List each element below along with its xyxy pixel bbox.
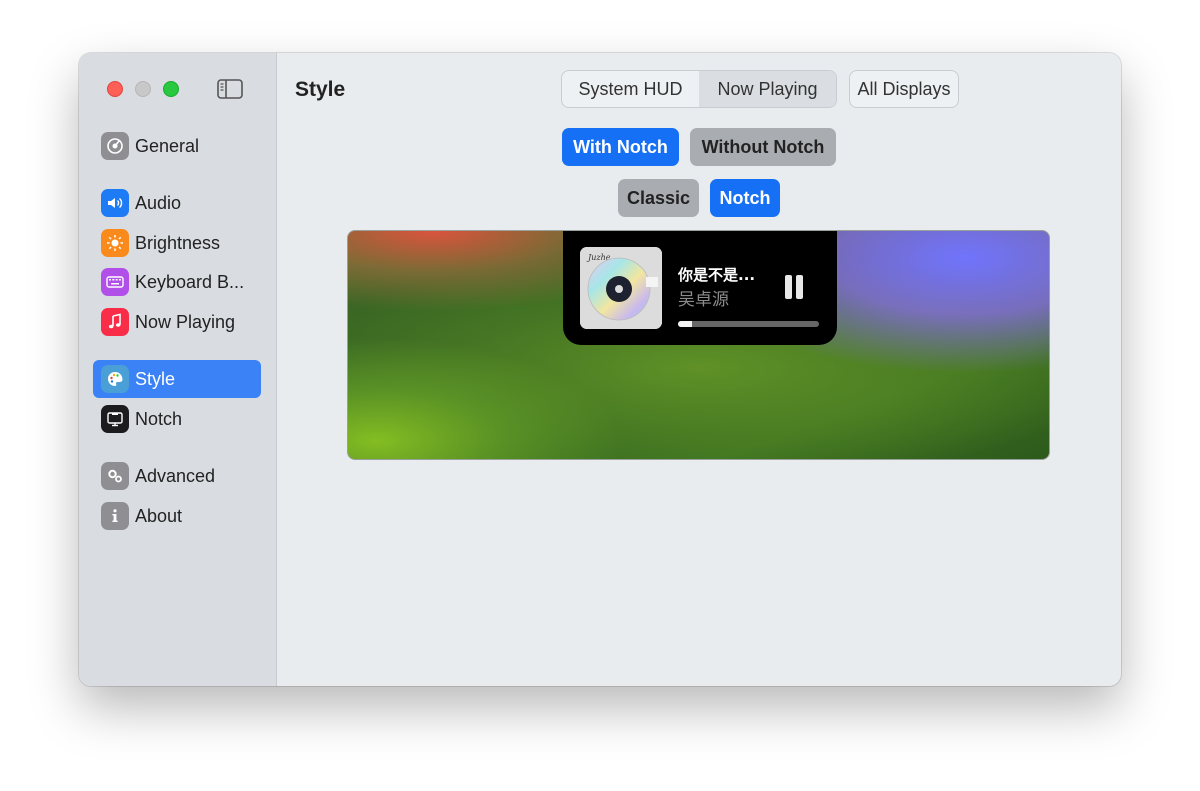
sidebar-item-label: Advanced <box>135 465 216 486</box>
gear-icon <box>101 132 129 160</box>
sidebar-item-label: About <box>135 505 183 526</box>
sidebar-item-label: Style <box>135 368 176 389</box>
now-playing-notch: Juzhe 你是不是... 吴卓源 <box>563 231 837 345</box>
playback-progress-fill <box>678 321 693 327</box>
song-artist: 吴卓源 <box>678 290 729 310</box>
speaker-icon <box>101 189 129 217</box>
sidebar-item-label: Brightness <box>135 232 221 253</box>
playback-progress-bar[interactable] <box>678 321 819 327</box>
sidebar-item-label: Audio <box>135 192 182 213</box>
sidebar-toggle-icon[interactable] <box>217 79 243 99</box>
classic-style-button[interactable]: Classic <box>618 179 699 217</box>
sidebar-item-notch[interactable]: Notch <box>93 400 261 438</box>
sidebar-item-general[interactable]: General <box>93 127 261 165</box>
mode-segmented-control: System HUD Now Playing <box>561 70 837 108</box>
segment-system-hud[interactable]: System HUD <box>562 71 699 107</box>
pause-icon[interactable] <box>785 275 807 299</box>
gears-icon <box>101 462 129 490</box>
with-notch-button[interactable]: With Notch <box>562 128 679 166</box>
keyboard-icon <box>101 268 129 296</box>
sun-icon <box>101 229 129 257</box>
display-icon <box>101 405 129 433</box>
without-notch-button[interactable]: Without Notch <box>690 128 836 166</box>
zoom-window-button[interactable] <box>163 81 179 97</box>
sidebar-item-now-playing[interactable]: Now Playing <box>93 303 261 341</box>
album-art: Juzhe <box>580 247 662 329</box>
main-content: Style System HUD Now Playing All Display… <box>277 53 1121 686</box>
sidebar-item-about[interactable]: About <box>93 497 261 535</box>
segment-now-playing[interactable]: Now Playing <box>699 71 836 107</box>
sidebar-item-label: General <box>135 135 200 156</box>
sidebar-item-brightness[interactable]: Brightness <box>93 224 261 262</box>
music-note-icon <box>101 308 129 336</box>
sidebar-item-advanced[interactable]: Advanced <box>93 457 261 495</box>
minimize-window-button[interactable] <box>135 81 151 97</box>
sidebar-item-label: Keyboard B... <box>135 271 245 292</box>
all-displays-button[interactable]: All Displays <box>849 70 959 108</box>
sidebar: General Audio Brightness Keyboard B... N <box>79 53 277 686</box>
close-window-button[interactable] <box>107 81 123 97</box>
sidebar-item-audio[interactable]: Audio <box>93 184 261 222</box>
sidebar-item-keyboard-brightness[interactable]: Keyboard B... <box>93 263 261 301</box>
wallpaper-preview: Juzhe 你是不是... 吴卓源 <box>347 230 1050 460</box>
sidebar-item-style[interactable]: Style <box>93 360 261 398</box>
info-icon <box>101 502 129 530</box>
palette-icon <box>101 365 129 393</box>
sidebar-item-label: Now Playing <box>135 311 236 332</box>
settings-window: General Audio Brightness Keyboard B... N <box>79 53 1121 686</box>
sidebar-item-label: Notch <box>135 408 183 429</box>
notch-style-button[interactable]: Notch <box>710 179 780 217</box>
song-title: 你是不是... <box>678 266 756 284</box>
page-title: Style <box>295 78 346 101</box>
